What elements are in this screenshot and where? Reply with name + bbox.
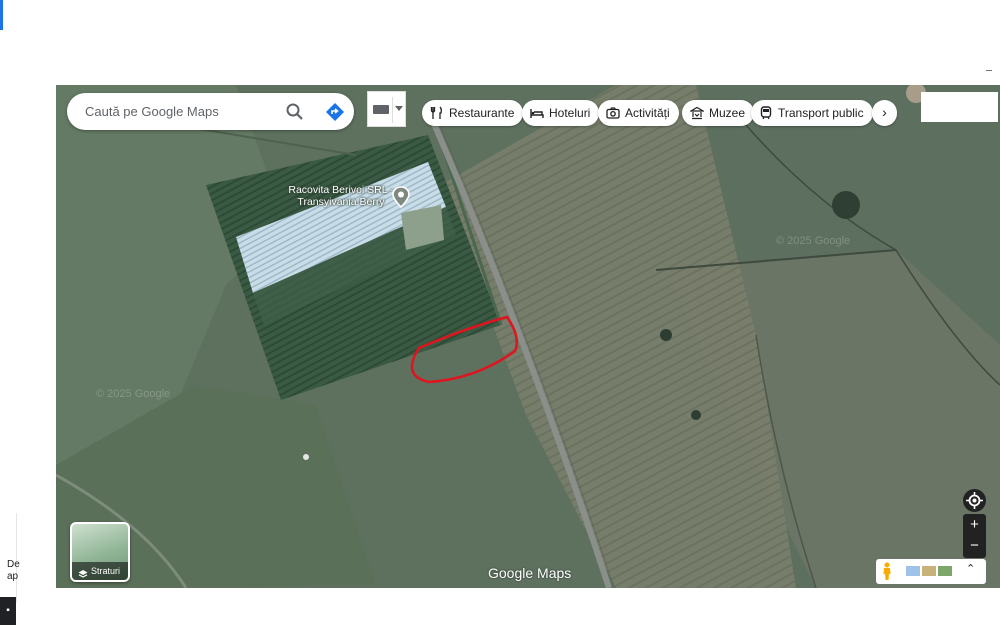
chevron-down-icon: [395, 106, 403, 111]
chip-transit[interactable]: Transport public: [751, 100, 873, 126]
terrain-thumbnail[interactable]: [922, 566, 936, 576]
chip-activities[interactable]: Activități: [598, 100, 679, 126]
chip-label: Restaurante: [449, 106, 515, 120]
chip-label: Activități: [625, 106, 670, 120]
search-icon[interactable]: [283, 100, 307, 124]
train-icon: [759, 106, 773, 120]
chevron-up-icon[interactable]: ⌃: [966, 562, 975, 575]
chip-label: Transport public: [778, 106, 864, 120]
search-bar: [67, 93, 354, 130]
layers-button[interactable]: Straturi: [70, 522, 130, 582]
bed-icon: [530, 106, 544, 120]
divider: [986, 70, 992, 71]
panel-card: [16, 513, 55, 603]
map-type-thumbnail[interactable]: [906, 566, 920, 576]
my-location-button[interactable]: [963, 489, 986, 512]
map-watermark: © 2025 Google: [96, 388, 171, 400]
camera-icon: [606, 106, 620, 120]
chip-label: Muzee: [709, 106, 746, 120]
crosshair-icon: [966, 492, 983, 509]
page-edge-accent: [0, 0, 3, 30]
panel-text: De ap: [7, 559, 20, 583]
chip-restaurants[interactable]: Restaurante: [422, 100, 524, 126]
panel-text-line2: ap: [7, 571, 19, 582]
keyboard-icon: [373, 105, 389, 114]
panel-text-line1: De: [7, 559, 20, 570]
pegman-icon[interactable]: [881, 562, 893, 581]
directions-icon[interactable]: [323, 100, 347, 124]
panel-button[interactable]: ▪: [0, 597, 16, 625]
museum-icon: [688, 106, 706, 120]
satellite-thumbnail[interactable]: [938, 566, 952, 576]
fork-knife-icon: [430, 106, 444, 120]
place-label[interactable]: Racovita Berivoi SRL - Transyivania Berr…: [278, 184, 404, 208]
map-watermark: © 2025 Google: [776, 235, 851, 247]
map-bottom-toolbar: ⌃: [876, 559, 986, 584]
search-input[interactable]: [85, 103, 275, 120]
chip-museums[interactable]: Muzee: [682, 100, 755, 126]
input-tools-button[interactable]: [367, 91, 406, 127]
left-side-panel: De ap ▪: [0, 505, 55, 625]
zoom-out-button[interactable]: −: [963, 536, 986, 558]
satellite-imagery: [56, 85, 1000, 588]
location-pin-icon[interactable]: [391, 186, 411, 209]
zoom-in-button[interactable]: +: [963, 514, 986, 536]
google-maps-logo: Google Maps: [488, 565, 572, 581]
chevron-right-icon[interactable]: ›: [872, 100, 897, 126]
layers-icon: [78, 566, 88, 578]
account-area[interactable]: [921, 92, 998, 122]
divider: [392, 97, 393, 123]
chip-hotels[interactable]: Hoteluri: [522, 100, 600, 126]
chip-label: Hoteluri: [549, 106, 591, 120]
satellite-map[interactable]: © 2025 Google © 2025 Google Restaurante …: [56, 85, 1000, 588]
